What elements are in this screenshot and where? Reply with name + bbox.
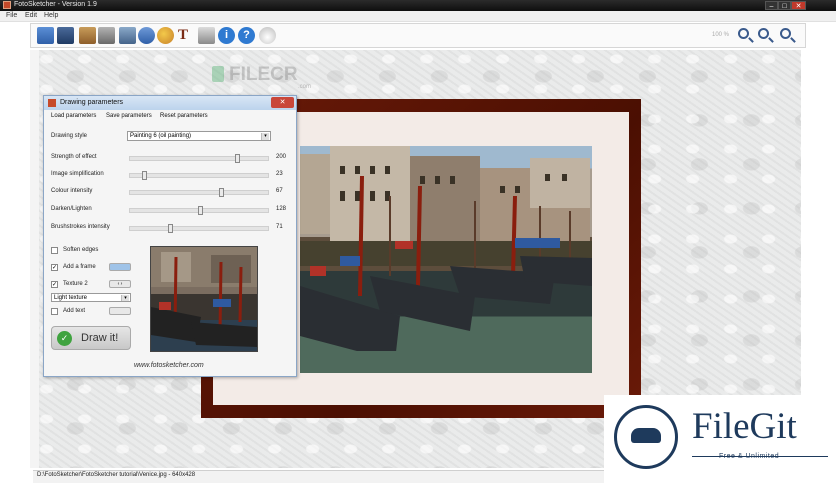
- batch-icon[interactable]: [119, 27, 136, 44]
- drawing-style-select[interactable]: Painting 6 (oil painting) ▾: [127, 131, 271, 141]
- workspace-margin: [30, 50, 39, 468]
- add-frame-checkbox[interactable]: ✓: [51, 264, 58, 271]
- toolbar: T i ? 100 %: [30, 23, 806, 48]
- add-text-checkbox[interactable]: [51, 308, 58, 315]
- save-icon[interactable]: [57, 27, 74, 44]
- soften-edges-checkbox[interactable]: [51, 247, 58, 254]
- brushstrokes-slider[interactable]: [129, 224, 269, 233]
- draw-it-button[interactable]: ✓ Draw it!: [51, 326, 131, 350]
- dialog-close-button[interactable]: ✕: [271, 97, 294, 108]
- slider-thumb[interactable]: [197, 206, 203, 215]
- zoom-out-icon[interactable]: [780, 28, 791, 39]
- zoom-fit-icon[interactable]: [758, 28, 769, 39]
- drawing-style-value: Painting 6 (oil painting): [130, 133, 192, 139]
- frame-color-button[interactable]: [109, 263, 131, 271]
- slider-thumb[interactable]: [219, 188, 225, 197]
- texture-label: Texture 2: [63, 281, 88, 287]
- filecr-name: FILECR: [229, 64, 298, 85]
- texture-stepper[interactable]: ‹ ›: [109, 280, 131, 288]
- menu-bar: File Edit Help: [0, 11, 836, 22]
- draw-it-label: Draw it!: [81, 332, 119, 344]
- coffee-cup-icon[interactable]: [259, 27, 276, 44]
- darken-lighten-value: 128: [276, 206, 287, 212]
- text-options-button[interactable]: [109, 307, 131, 315]
- simplification-value: 23: [276, 171, 283, 177]
- texture-type-value: Light texture: [54, 295, 88, 301]
- print-icon[interactable]: [198, 27, 215, 44]
- maximize-button[interactable]: □: [778, 1, 791, 10]
- copy-icon[interactable]: [79, 27, 96, 44]
- close-button[interactable]: ✕: [791, 1, 806, 10]
- slider-label-colour: Colour intensity: [51, 188, 93, 194]
- menu-help[interactable]: Help: [44, 12, 58, 19]
- website-link[interactable]: www.fotosketcher.com: [134, 362, 204, 369]
- chevron-down-icon: ▾: [121, 295, 129, 301]
- reset-parameters-link[interactable]: Reset parameters: [160, 113, 208, 119]
- strength-value: 200: [276, 154, 287, 160]
- colour-intensity-value: 67: [276, 188, 283, 194]
- undo-icon[interactable]: [138, 27, 155, 44]
- strength-slider[interactable]: [129, 154, 269, 163]
- palette-icon[interactable]: [157, 27, 174, 44]
- filegit-tagline: Free & Unlimited: [719, 453, 780, 460]
- slider-label-simplification: Image simplification: [51, 171, 104, 177]
- preview-image: [151, 247, 257, 347]
- chevron-down-icon: ▾: [261, 133, 269, 140]
- slider-thumb[interactable]: [235, 154, 241, 163]
- minimize-button[interactable]: –: [765, 1, 778, 10]
- soften-edges-label: Soften edges: [63, 247, 99, 253]
- filecr-suffix: .com: [298, 84, 312, 90]
- simplification-slider[interactable]: [129, 171, 269, 180]
- texture-type-select[interactable]: Light texture ▾: [51, 293, 131, 302]
- painted-image: [300, 146, 592, 373]
- slider-label-strength: Strength of effect: [51, 154, 97, 160]
- checkmark-icon: ✓: [57, 331, 72, 346]
- darken-lighten-slider[interactable]: [129, 206, 269, 215]
- status-file-path: D:\FotoSketcher\FotoSketcher tutorial\Ve…: [37, 472, 196, 478]
- paste-icon[interactable]: [98, 27, 115, 44]
- venice-painting: [300, 146, 592, 373]
- load-parameters-link[interactable]: Load parameters: [51, 113, 96, 119]
- info-icon[interactable]: i: [218, 27, 235, 44]
- window-title: FotoSketcher - Version 1.9: [14, 1, 97, 8]
- slider-thumb[interactable]: [167, 224, 173, 233]
- menu-file[interactable]: File: [6, 12, 17, 19]
- add-frame-label: Add a frame: [63, 264, 96, 270]
- slider-label-darken-lighten: Darken/Lighten: [51, 206, 92, 212]
- slider-thumb[interactable]: [142, 171, 148, 180]
- menu-edit[interactable]: Edit: [25, 12, 37, 19]
- dialog-title-bar: Drawing parameters ✕: [44, 96, 296, 110]
- open-folder-icon[interactable]: [37, 27, 54, 44]
- zoom-level-label: 100 %: [712, 32, 730, 38]
- dialog-app-icon: [48, 99, 56, 107]
- filegit-watermark: FileGit Free & Unlimited: [604, 395, 836, 484]
- add-text-label: Add text: [63, 308, 86, 314]
- brushstrokes-value: 71: [276, 224, 283, 230]
- cloud-icon: [614, 405, 678, 469]
- text-tool-icon[interactable]: T: [178, 27, 195, 44]
- drawing-style-label: Drawing style: [51, 133, 88, 139]
- slider-label-brushstrokes: Brushstrokes intensity: [51, 224, 110, 230]
- dialog-title: Drawing parameters: [60, 99, 124, 106]
- help-icon[interactable]: ?: [238, 27, 255, 44]
- filecr-logo-icon: [212, 66, 224, 82]
- drawing-parameters-dialog: Drawing parameters ✕ Load parameters Sav…: [43, 95, 297, 377]
- colour-intensity-slider[interactable]: [129, 188, 269, 197]
- filegit-name: FileGit: [692, 406, 797, 447]
- texture-checkbox[interactable]: ✓: [51, 281, 58, 288]
- zoom-in-icon[interactable]: [738, 28, 749, 39]
- app-icon: [3, 1, 11, 9]
- window-title-bar: FotoSketcher - Version 1.9 – □ ✕: [0, 0, 836, 11]
- save-parameters-link[interactable]: Save parameters: [106, 113, 152, 119]
- preview-thumbnail: [150, 246, 258, 352]
